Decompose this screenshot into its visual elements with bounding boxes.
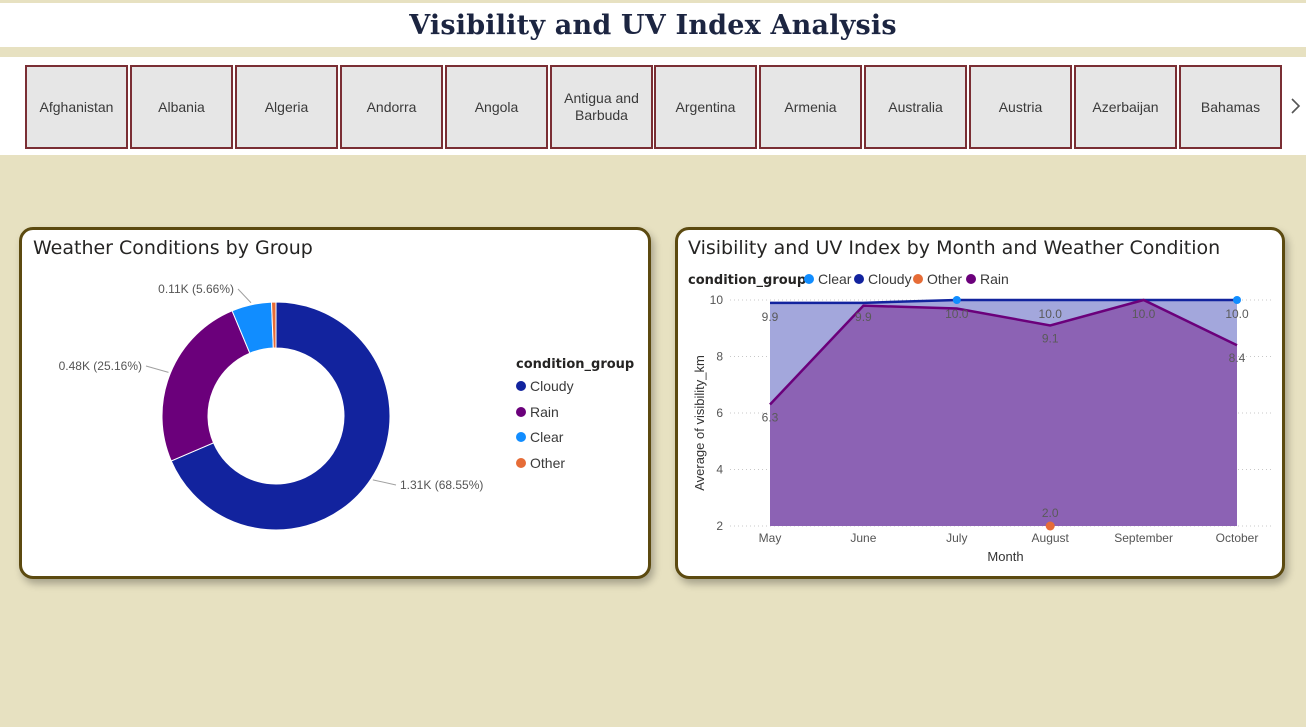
chevron-right-icon[interactable] bbox=[1288, 95, 1302, 117]
country-chip[interactable]: Antigua and Barbuda bbox=[550, 65, 653, 149]
donut-legend-item[interactable]: Rain bbox=[516, 404, 559, 420]
data-label-cloudy: 10.0 bbox=[1039, 307, 1063, 321]
y-tick-label: 8 bbox=[716, 350, 723, 364]
country-chip[interactable]: Bahamas bbox=[1179, 65, 1282, 149]
header-bar: Visibility and UV Index Analysis bbox=[0, 3, 1306, 47]
donut-legend-item[interactable]: Other bbox=[516, 455, 565, 471]
x-axis-label: Month bbox=[987, 549, 1023, 564]
donut-legend-title: condition_group bbox=[516, 357, 635, 372]
donut-legend-item[interactable]: Cloudy bbox=[516, 378, 574, 394]
legend-label: Clear bbox=[530, 429, 564, 445]
legend-dot-icon bbox=[516, 406, 526, 417]
y-tick-label: 2 bbox=[716, 519, 723, 533]
donut-label-clear: 0.11K (5.66%) bbox=[158, 282, 234, 296]
area-card: Visibility and UV Index by Month and Wea… bbox=[675, 227, 1285, 579]
legend-label: Cloudy bbox=[530, 378, 574, 394]
country-chip[interactable]: Australia bbox=[864, 65, 967, 149]
point-clear[interactable] bbox=[1233, 296, 1241, 304]
data-label-other: 2.0 bbox=[1042, 506, 1059, 520]
donut-leader-line bbox=[372, 479, 397, 486]
donut-legend-item[interactable]: Clear bbox=[516, 429, 563, 445]
data-label-cloudy: 9.9 bbox=[855, 310, 872, 324]
data-label-cloudy: 10.0 bbox=[945, 307, 969, 321]
area-chart: 9.9 9.9 10.0 10.0 10.0 10.0 6.3 9.1 8.4 2.0 2 4 6 8 1… bbox=[692, 293, 1274, 564]
country-chip[interactable]: Angola bbox=[445, 65, 548, 149]
country-chip[interactable]: Algeria bbox=[235, 65, 338, 149]
legend-dot-icon bbox=[516, 432, 526, 442]
legend-dot-icon bbox=[516, 381, 526, 391]
donut-leader-line bbox=[237, 288, 252, 304]
country-chip[interactable]: Argentina bbox=[654, 65, 757, 149]
x-tick-label: October bbox=[1216, 531, 1259, 545]
x-tick-label: August bbox=[1032, 531, 1070, 545]
data-label-cloudy: 9.9 bbox=[762, 310, 779, 324]
country-chip[interactable]: Afghanistan bbox=[25, 65, 128, 149]
x-tick-label: May bbox=[759, 531, 782, 545]
page-title: Visibility and UV Index Analysis bbox=[409, 9, 897, 41]
data-label-rain: 8.4 bbox=[1229, 351, 1246, 365]
y-tick-label: 10 bbox=[710, 293, 724, 307]
country-chip[interactable]: Albania bbox=[130, 65, 233, 149]
legend-dot-icon bbox=[516, 457, 526, 468]
donut-slice-rain[interactable] bbox=[161, 310, 251, 462]
point-other[interactable] bbox=[1045, 521, 1055, 531]
area-title: Visibility and UV Index by Month and Wea… bbox=[688, 237, 1221, 259]
donut-label-rain: 0.48K (25.16%) bbox=[59, 359, 142, 373]
legend-label: Rain bbox=[530, 403, 559, 420]
legend-label: Other bbox=[530, 454, 566, 471]
y-tick-label: 4 bbox=[716, 463, 723, 477]
country-slicer: Afghanistan Albania Algeria Andorra Angola An… bbox=[0, 57, 1306, 155]
donut-label-cloudy: 1.31K (68.55%) bbox=[400, 478, 483, 492]
country-chip[interactable]: Azerbaijan bbox=[1074, 65, 1177, 149]
data-label-cloudy: 10.0 bbox=[1225, 307, 1249, 321]
y-tick-label: 6 bbox=[716, 406, 723, 420]
x-tick-label: September bbox=[1114, 531, 1173, 545]
y-axis-label: Average of visibility_km bbox=[692, 355, 707, 491]
donut-chart: 1.31K (68.55%) 0.48K (25.16%) 0.11K (5.66%… bbox=[59, 282, 483, 531]
point-clear[interactable] bbox=[952, 296, 961, 304]
data-label-rain: 6.3 bbox=[762, 411, 779, 425]
x-tick-label: July bbox=[946, 531, 967, 545]
data-label-rain: 9.1 bbox=[1042, 331, 1059, 345]
area-fill-rain[interactable] bbox=[770, 300, 1237, 526]
donut-title: Weather Conditions by Group bbox=[33, 237, 313, 259]
country-chip[interactable]: Austria bbox=[969, 65, 1072, 149]
donut-leader-line bbox=[145, 365, 169, 373]
data-label-cloudy: 10.0 bbox=[1132, 307, 1156, 321]
country-chip[interactable]: Armenia bbox=[759, 65, 862, 149]
x-tick-label: June bbox=[850, 531, 876, 545]
donut-card: Weather Conditions by Group 1.31K (68.55… bbox=[19, 227, 651, 579]
country-chip[interactable]: Andorra bbox=[340, 65, 443, 149]
